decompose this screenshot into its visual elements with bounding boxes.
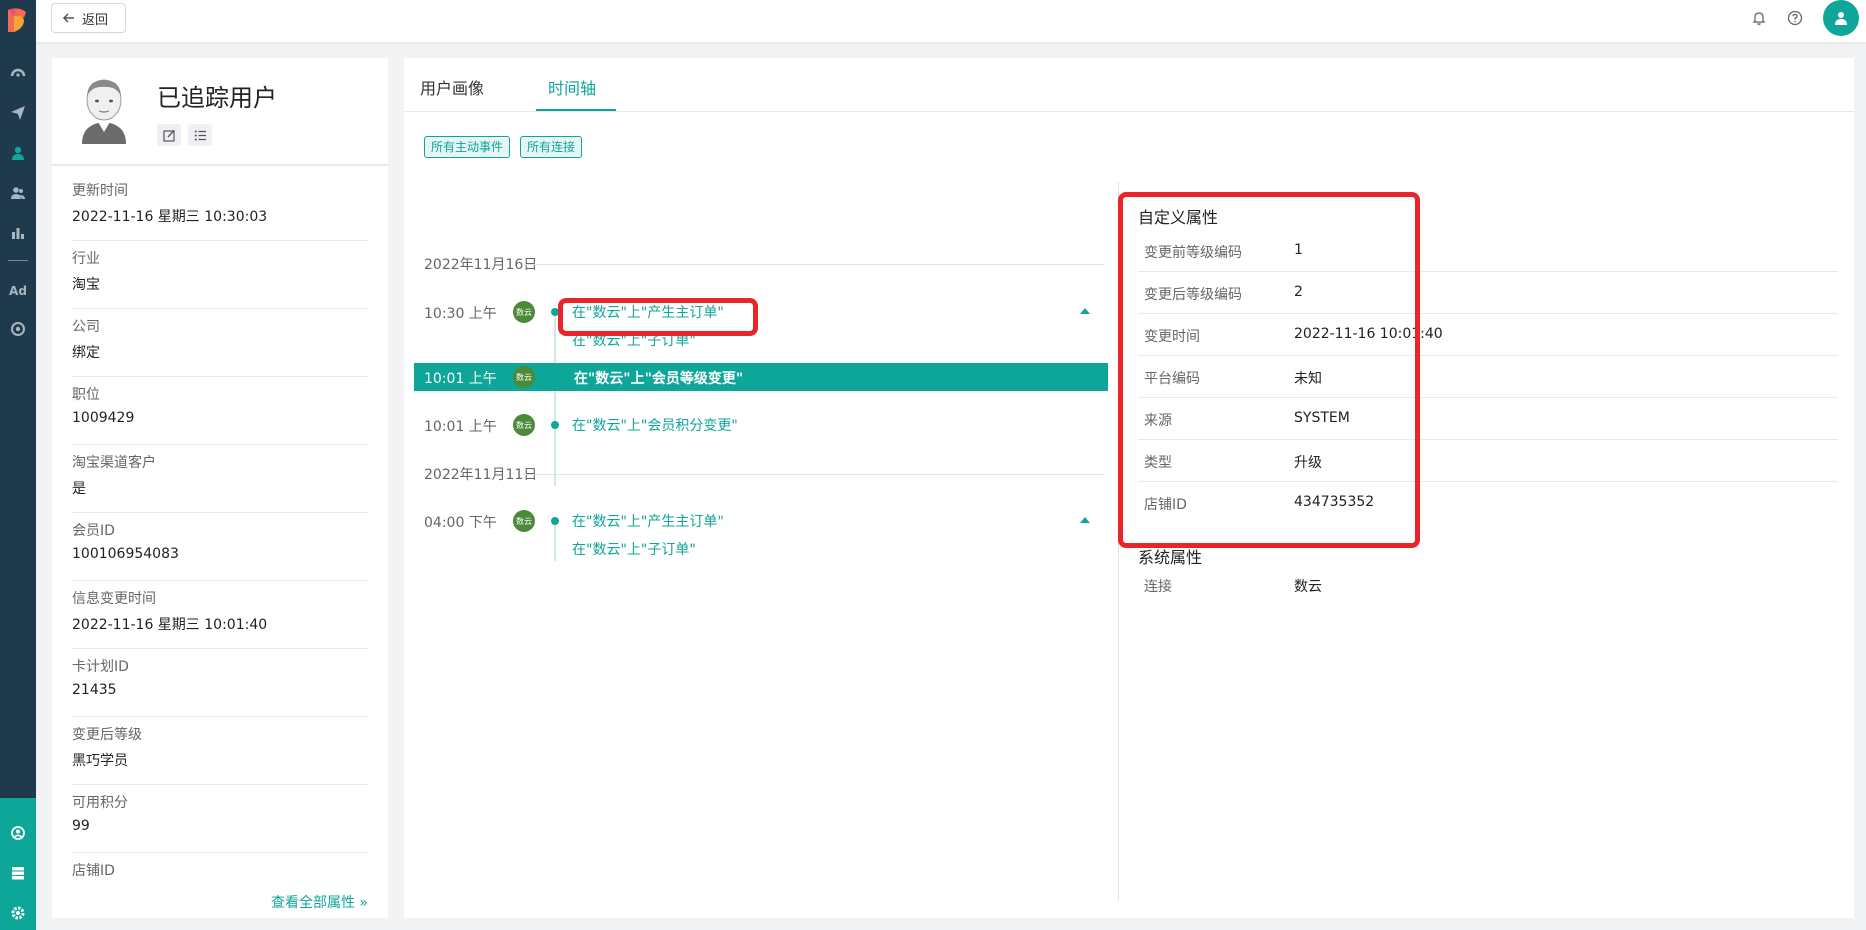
edit-icon — [162, 129, 175, 142]
event-link[interactable]: 在"数云"上"产生主订单" — [572, 511, 724, 531]
source-badge: 数云 — [513, 366, 535, 388]
attr-value: 99 — [72, 818, 90, 834]
view-all-attributes-link[interactable]: 查看全部属性 » — [271, 892, 368, 912]
list-button[interactable] — [188, 124, 212, 146]
tab-user-profile[interactable]: 用户画像 — [420, 75, 484, 99]
settings-icon[interactable] — [0, 898, 36, 928]
attr-key: 变更后等级 — [72, 727, 142, 743]
chart-icon[interactable] — [0, 218, 36, 248]
attr-row: 变更后等级 黑巧学员 — [72, 717, 368, 785]
logo-icon[interactable] — [4, 6, 32, 36]
timeline-line — [554, 316, 556, 486]
source-badge: 数云 — [513, 301, 535, 323]
property-row: 连接 数云 — [1138, 564, 1838, 606]
tab-active-indicator — [536, 109, 616, 111]
profile-avatar-icon — [82, 79, 126, 144]
send-icon[interactable] — [0, 98, 36, 128]
attr-value: 100106954083 — [72, 546, 179, 562]
highlight-box — [1118, 192, 1420, 548]
attr-value: 黑巧学员 — [72, 753, 128, 769]
target-icon[interactable] — [0, 314, 36, 344]
attr-row: 信息变更时间 2022-11-16 星期三 10:01:40 — [72, 581, 368, 649]
event-link[interactable]: 在"数云"上"子订单" — [572, 539, 696, 559]
date-divider — [524, 264, 1104, 265]
profile-panel: 已追踪用户 更新时间 2022-11-16 星期三 10:30:03 行业淘宝 公… — [52, 58, 388, 918]
attr-key: 职位 — [72, 387, 100, 403]
highlight-box — [558, 298, 758, 336]
bell-icon[interactable] — [1751, 10, 1767, 26]
user-avatar[interactable] — [1823, 0, 1859, 36]
attr-key: 信息变更时间 — [72, 591, 156, 607]
filter-chip-active-events[interactable]: 所有主动事件 — [424, 136, 511, 158]
tab-bar: 用户画像 时间轴 — [404, 58, 1854, 112]
timeline-dot — [551, 421, 559, 429]
left-nav: Ad — [0, 0, 36, 930]
timeline-line — [554, 525, 556, 561]
date-divider — [524, 474, 1104, 475]
attr-row: 公司 绑定 — [72, 309, 368, 377]
attr-value: 淘宝 — [72, 277, 100, 293]
event-link[interactable]: 在"数云"上"会员等级变更" — [574, 368, 743, 388]
attr-key: 公司 — [72, 319, 100, 335]
main-panel: 用户画像 时间轴 所有主动事件 所有连接 2022年11月16日 10:30 上… — [404, 58, 1854, 918]
profile-name: 已追踪用户 — [157, 84, 277, 112]
timeline-dot — [551, 517, 559, 525]
server-icon[interactable] — [0, 858, 36, 888]
attr-row: 淘宝渠道客户是 — [72, 445, 368, 513]
user-icon — [1835, 12, 1847, 25]
event-time: 04:00 下午 — [424, 515, 497, 531]
collapse-caret-icon[interactable] — [1080, 308, 1090, 314]
nav-bottom-panel — [0, 798, 36, 930]
attr-key: 淘宝渠道客户 — [72, 455, 156, 471]
selected-event-row[interactable]: 10:01 上午 数云 在"数云"上"会员等级变更" — [414, 363, 1108, 391]
timeline-date: 2022年11月11日 — [424, 467, 538, 483]
profile-attributes: 更新时间 2022-11-16 星期三 10:30:03 行业淘宝 公司绑定 职位… — [72, 173, 368, 921]
attr-row: 更新时间 2022-11-16 星期三 10:30:03 — [72, 173, 368, 241]
event-time: 10:01 上午 — [424, 419, 497, 435]
attr-row: 会员ID 100106954083 — [72, 513, 368, 581]
attr-key: 卡计划ID — [72, 659, 129, 675]
attr-row: 职位 1009429 — [72, 377, 368, 445]
attr-row: 可用积分 99 — [72, 785, 368, 853]
dashboard-icon[interactable] — [0, 58, 36, 88]
group-icon[interactable] — [0, 178, 36, 208]
attr-value: 21435 — [72, 682, 117, 698]
tab-timeline[interactable]: 时间轴 — [548, 75, 596, 99]
user-icon[interactable] — [0, 138, 36, 168]
event-time: 10:01 上午 — [424, 371, 497, 387]
source-badge: 数云 — [513, 414, 535, 436]
collapse-caret-icon[interactable] — [1080, 517, 1090, 523]
back-label: 返回 — [82, 12, 109, 28]
attr-value: 2022-11-16 星期三 10:01:40 — [72, 617, 268, 633]
event-link[interactable]: 在"数云"上"会员积分变更" — [572, 415, 738, 435]
attr-row: 行业 淘宝 — [72, 241, 368, 309]
source-badge: 数云 — [513, 510, 535, 532]
property-key: 连接 — [1144, 579, 1172, 595]
contacts-icon[interactable] — [0, 818, 36, 848]
attr-value: 1009429 — [72, 410, 135, 426]
attr-key: 可用积分 — [72, 795, 128, 811]
timeline-date: 2022年11月16日 — [424, 257, 538, 273]
nav-separator — [8, 260, 28, 261]
filter-chip-connections[interactable]: 所有连接 — [520, 136, 583, 158]
attr-key: 更新时间 — [72, 183, 128, 199]
profile-header: 已追踪用户 — [52, 58, 388, 166]
attr-row: 卡计划ID 21435 — [72, 649, 368, 717]
list-icon — [194, 130, 206, 140]
attr-value: 2022-11-16 星期三 10:30:03 — [72, 209, 268, 225]
top-bar: 返回 — [36, 0, 1866, 42]
attr-value: 绑定 — [72, 345, 100, 361]
attr-key: 行业 — [72, 251, 100, 267]
ad-icon[interactable]: Ad — [0, 276, 36, 306]
attr-key: 店铺ID — [72, 863, 115, 879]
edit-button[interactable] — [157, 124, 181, 146]
property-value: 数云 — [1294, 579, 1322, 595]
arrow-left-icon — [62, 13, 74, 23]
help-icon[interactable] — [1787, 10, 1803, 26]
attr-key: 会员ID — [72, 523, 115, 539]
event-time: 10:30 上午 — [424, 306, 497, 322]
back-button[interactable]: 返回 — [51, 3, 126, 33]
attr-value: 是 — [72, 481, 86, 497]
